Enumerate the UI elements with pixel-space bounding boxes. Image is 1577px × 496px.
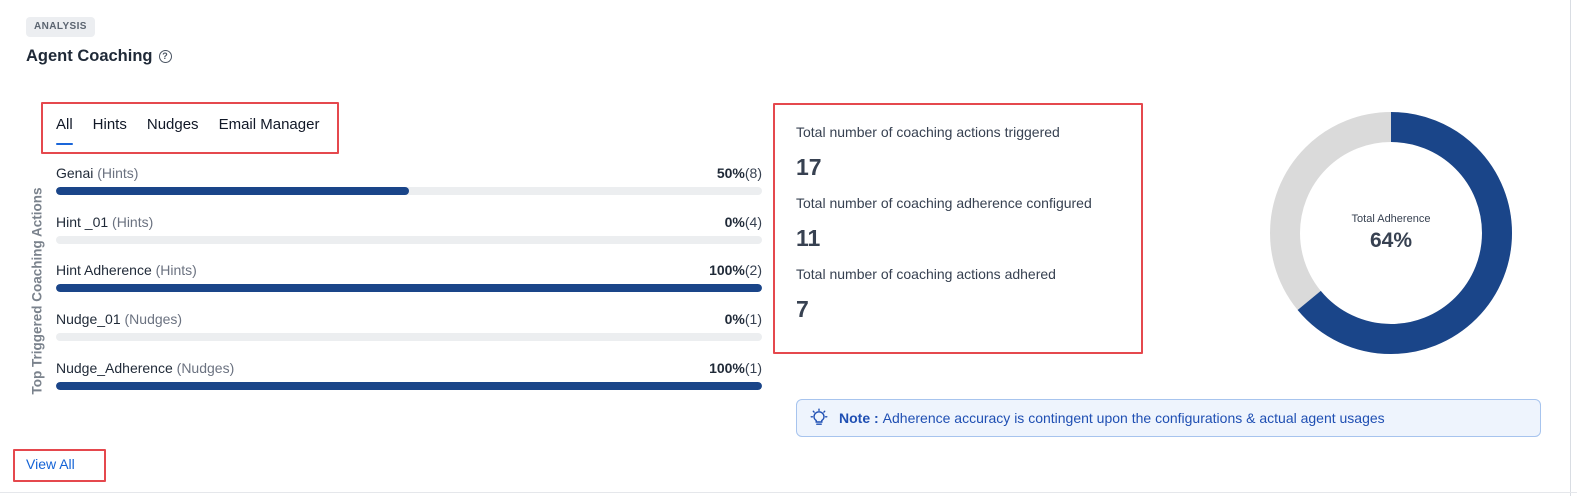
tab-nudges[interactable]: Nudges xyxy=(147,110,199,147)
list-item: Hint Adherence (Hints) 100%(2) xyxy=(56,262,762,311)
coaching-actions-list: Genai (Hints) 50%(8) Hint _01 (Hints) 0%… xyxy=(56,165,762,408)
page-title-text: Agent Coaching xyxy=(26,47,153,65)
progress-fill xyxy=(56,284,762,293)
panel-border-bottom xyxy=(0,492,1577,493)
item-type: (Hints) xyxy=(112,213,154,230)
tab-email-manager[interactable]: Email Manager xyxy=(219,110,320,147)
item-count: (1) xyxy=(744,311,762,328)
donut-label: Total Adherence xyxy=(1351,213,1431,225)
stat-triggered-value: 17 xyxy=(796,154,822,180)
stat-triggered-label: Total number of coaching actions trigger… xyxy=(796,124,1060,140)
tab-all[interactable]: All xyxy=(56,110,73,147)
coaching-type-tabs: All Hints Nudges Email Manager xyxy=(56,110,339,147)
tab-hints[interactable]: Hints xyxy=(93,110,127,147)
list-axis-label: Top Triggered Coaching Actions xyxy=(29,187,45,395)
total-adherence-donut: Total Adherence 64% xyxy=(1268,110,1514,356)
item-percent: 100% xyxy=(709,262,745,279)
progress-fill xyxy=(56,381,762,390)
item-type: (Nudges) xyxy=(176,359,235,376)
item-name: Genai xyxy=(56,165,94,181)
item-percent: 0% xyxy=(724,213,745,230)
item-name: Nudge_Adherence xyxy=(56,359,173,376)
stat-adhered-label: Total number of coaching actions adhered xyxy=(796,266,1056,282)
analysis-badge: ANALYSIS xyxy=(26,17,95,37)
item-percent: 100% xyxy=(709,359,745,376)
list-item: Genai (Hints) 50%(8) xyxy=(56,165,762,214)
item-count: (1) xyxy=(744,359,762,376)
view-all-link[interactable]: View All xyxy=(26,456,75,472)
page-title: Agent Coaching ? xyxy=(26,47,172,66)
item-name: Hint _01 xyxy=(56,213,109,230)
item-type: (Hints) xyxy=(155,262,197,279)
list-item: Hint _01 (Hints) 0%(4) xyxy=(56,214,762,263)
item-count: (2) xyxy=(744,262,762,279)
item-count: (4) xyxy=(744,213,762,230)
stat-configured-value: 11 xyxy=(796,225,821,251)
note-text: Adherence accuracy is contingent upon th… xyxy=(882,410,1385,426)
help-icon[interactable]: ? xyxy=(158,50,172,63)
note-title: Note : xyxy=(839,410,879,426)
progress-fill xyxy=(56,187,409,195)
item-name: Nudge_01 xyxy=(56,311,121,328)
coaching-stats: Total number of coaching actions trigger… xyxy=(796,124,1092,337)
panel-border-right xyxy=(1570,0,1571,496)
list-item: Nudge_Adherence (Nudges) 100%(1) xyxy=(56,360,762,409)
progress-track xyxy=(56,381,762,390)
lightbulb-icon xyxy=(810,408,828,425)
list-item: Nudge_01 (Nudges) 0%(1) xyxy=(56,311,762,360)
stat-configured-label: Total number of coaching adherence confi… xyxy=(796,195,1092,211)
item-percent: 50% xyxy=(716,165,745,181)
adherence-note: Note : Adherence accuracy is contingent … xyxy=(796,399,1541,437)
progress-track xyxy=(56,284,762,293)
stat-adhered-value: 7 xyxy=(796,296,809,322)
progress-track xyxy=(56,235,762,244)
item-type: (Hints) xyxy=(97,165,139,181)
donut-value: 64% xyxy=(1369,229,1413,252)
item-name: Hint Adherence xyxy=(56,262,152,279)
item-type: (Nudges) xyxy=(124,311,183,328)
donut-center: Total Adherence 64% xyxy=(1268,110,1514,356)
item-percent: 0% xyxy=(724,311,745,328)
item-count: (8) xyxy=(744,165,762,181)
progress-track xyxy=(56,333,762,342)
progress-track xyxy=(56,187,762,195)
